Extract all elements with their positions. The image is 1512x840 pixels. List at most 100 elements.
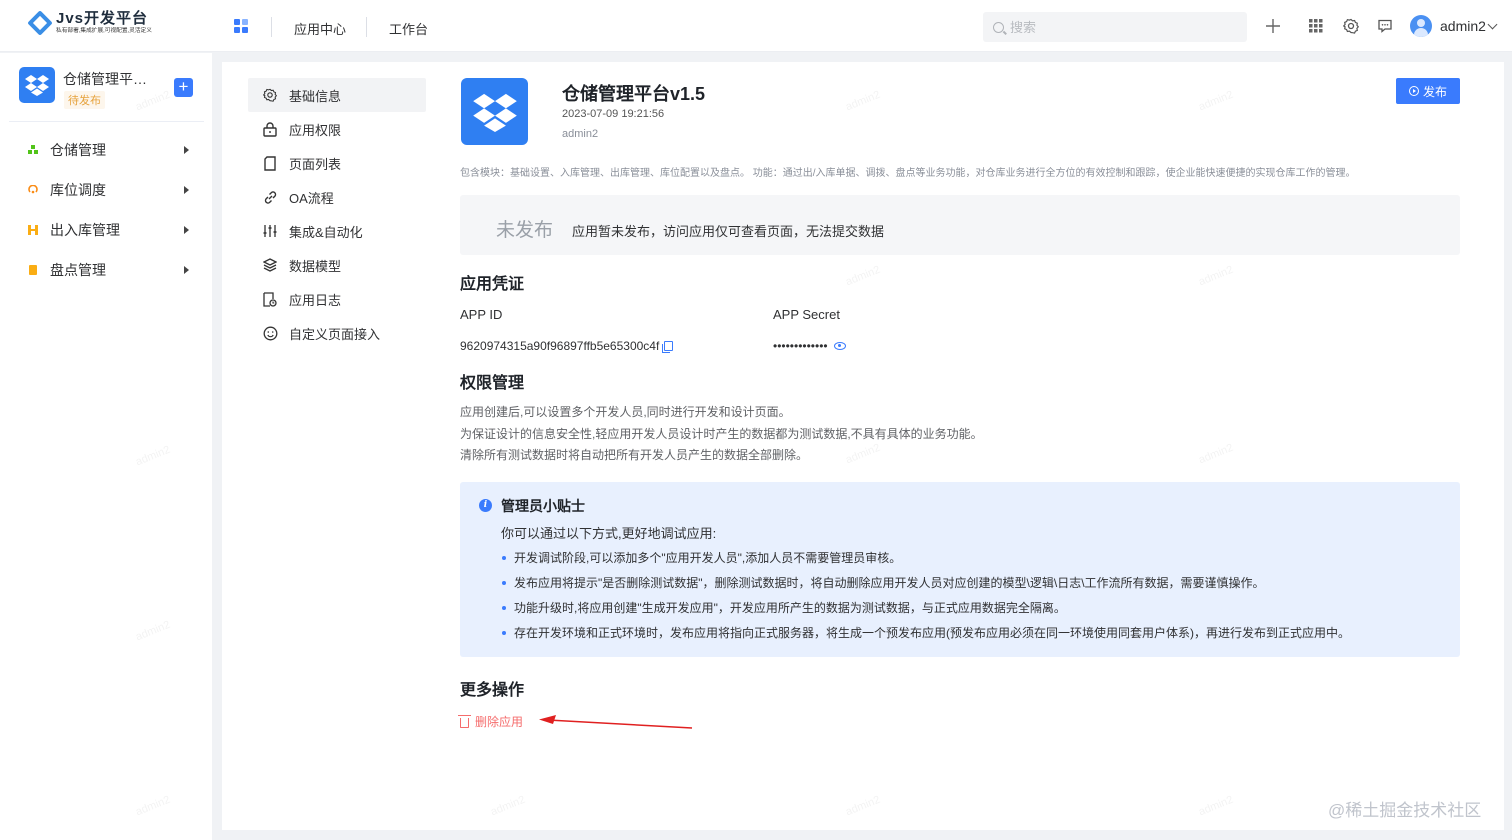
top-bar: Jvs开发平台 私有部署,集成扩展,可视配置,灵活定义 应用中心 工作台 adm… [0,0,1512,52]
brand-subtitle: 私有部署,集成扩展,可视配置,灵活定义 [56,28,152,34]
plus-icon[interactable] [1263,16,1283,36]
divider [9,121,204,122]
user-name: admin2 [1440,18,1486,34]
avatar [1410,15,1432,37]
sidebar-item-label: 盘点管理 [50,262,106,278]
caret-right-icon [184,186,189,194]
site-watermark: @稀土掘金技术社区 [1328,801,1482,820]
app-id-value: 9620974315a90f96897ffb5e65300c4f [460,339,660,353]
app-name: 仓储管理平… [63,71,147,87]
subnav-label: 应用权限 [289,122,342,138]
credentials-title: 应用凭证 [460,276,525,293]
nav-app-center[interactable]: 应用中心 [294,19,346,38]
trash-icon [458,714,471,728]
delete-label: 删除应用 [475,715,524,729]
brand-logo[interactable]: Jvs开发平台 私有部署,集成扩展,可视配置,灵活定义 [27,9,157,36]
logo-icon [27,9,53,36]
admin-tips-box: i 管理员小贴士 你可以通过以下方式,更好地调试应用: 开发调试阶段,可以添加多… [460,482,1460,657]
sidebar-item-label: 仓储管理 [50,142,106,158]
delete-app-button[interactable]: 删除应用 [458,713,524,730]
list-item: 功能升级时,将应用创建"生成开发应用"，开发应用所产生的数据为测试数据，与正式应… [500,596,1350,621]
list-item: 发布应用将提示"是否删除测试数据"，删除测试数据时，将自动删除应用开发人员对应创… [500,571,1350,596]
sidebar-item-label: 库位调度 [50,182,106,198]
tips-list: 开发调试阶段,可以添加多个"应用开发人员",添加人员不需要管理员审核。 发布应用… [500,546,1350,646]
app-header: 仓储管理平… 待发布 + [19,67,199,109]
copy-icon[interactable] [662,341,674,353]
sidebar-item-inventory[interactable]: 盘点管理 [0,250,212,290]
main-panel: 基础信息 应用权限 页面列表 OA流程 集成&自动化 数据模型 应用日志 自定义… [222,62,1504,830]
subnav-label: 数据模型 [289,258,342,274]
add-menu-button[interactable]: + [174,78,193,97]
publish-button[interactable]: 发布 [1396,78,1460,104]
app-id-row: 9620974315a90f96897ffb5e65300c4f [460,339,674,353]
info-icon: i [479,499,492,512]
search-input[interactable] [1010,19,1230,35]
subnav-label: 自定义页面接入 [289,326,381,342]
settings-subnav: 基础信息 应用权限 页面列表 OA流程 集成&自动化 数据模型 应用日志 自定义… [248,78,426,350]
user-menu[interactable]: admin2 [1410,15,1498,37]
subnav-label: 集成&自动化 [289,224,363,240]
sliders-icon [262,223,278,239]
permission-line: 为保证设计的信息安全性,轻应用开发人员设计时产生的数据都为测试数据,不具有具体的… [460,426,983,441]
owner-name: admin2 [562,128,599,140]
lock-icon [262,121,278,137]
permission-line: 清除所有测试数据时将自动把所有开发人员产生的数据全部删除。 [460,448,809,462]
sidebar-item-warehouse[interactable]: 仓储管理 [0,130,212,170]
nav-workbench[interactable]: 工作台 [389,19,428,38]
permissions-text: 应用创建后,可以设置多个开发人员,同时进行开发和设计页面。 为保证设计的信息安全… [460,402,983,467]
gear-icon [262,87,278,103]
tab-app-log[interactable]: 应用日志 [248,282,426,316]
caret-right-icon [184,146,189,154]
sidebar-item-inout[interactable]: 出入库管理 [0,210,212,250]
tab-data-model[interactable]: 数据模型 [248,248,426,282]
apps-grid-icon[interactable] [1306,16,1326,36]
layers-icon [262,257,278,273]
search-box[interactable] [983,12,1247,42]
dispatch-icon [28,185,38,194]
tab-oa-flow[interactable]: OA流程 [248,180,426,214]
inout-icon [28,225,38,235]
tab-integration[interactable]: 集成&自动化 [248,214,426,248]
subnav-label: 应用日志 [289,292,342,308]
search-icon [993,21,1004,33]
log-icon [262,291,278,307]
tab-basic-info[interactable]: 基础信息 [248,78,426,112]
link-icon [262,189,278,205]
list-item: 开发调试阶段,可以添加多个"应用开发人员",添加人员不需要管理员审核。 [500,546,1350,571]
status-title: 未发布 [496,220,554,241]
app-sidebar: 仓储管理平… 待发布 + 仓储管理 库位调度 出入库管理 盘点管理 [0,53,212,840]
app-secret-value: ••••••••••••• [773,339,828,353]
subnav-label: 基础信息 [289,88,342,104]
divider [271,17,272,37]
tips-title: 管理员小贴士 [501,498,585,514]
tab-page-list[interactable]: 页面列表 [248,146,426,180]
app-id-label: APP ID [460,307,503,322]
permission-line: 应用创建后,可以设置多个开发人员,同时进行开发和设计页面。 [460,405,791,419]
smile-icon [262,325,278,341]
app-secret-row: ••••••••••••• [773,339,846,353]
app-logo-icon [19,67,55,103]
created-time: 2023-07-09 19:21:56 [562,108,665,120]
divider [366,17,367,37]
caret-right-icon [184,266,189,274]
chevron-down-icon [1487,19,1498,29]
sidebar-item-dispatch[interactable]: 库位调度 [0,170,212,210]
message-icon[interactable] [1375,16,1395,36]
tab-custom-page[interactable]: 自定义页面接入 [248,316,426,350]
more-actions-title: 更多操作 [460,682,525,699]
status-text: 应用暂未发布，访问应用仅可查看页面，无法提交数据 [572,224,885,239]
warehouse-icon [28,145,38,154]
status-badge: 待发布 [64,91,105,109]
page-icon [262,155,278,171]
caret-right-icon [184,226,189,234]
publish-label: 发布 [1422,84,1447,99]
eye-icon[interactable] [833,342,846,350]
page-title: 仓储管理平台v1.5 [562,84,706,104]
permissions-title: 权限管理 [460,375,525,392]
tab-app-permission[interactable]: 应用权限 [248,112,426,146]
play-circle-icon [1408,86,1419,96]
app-switcher-icon[interactable] [234,19,249,34]
brand-title: Jvs开发平台 [56,10,149,27]
annotation-arrow [539,715,693,729]
gear-icon[interactable] [1341,16,1361,36]
